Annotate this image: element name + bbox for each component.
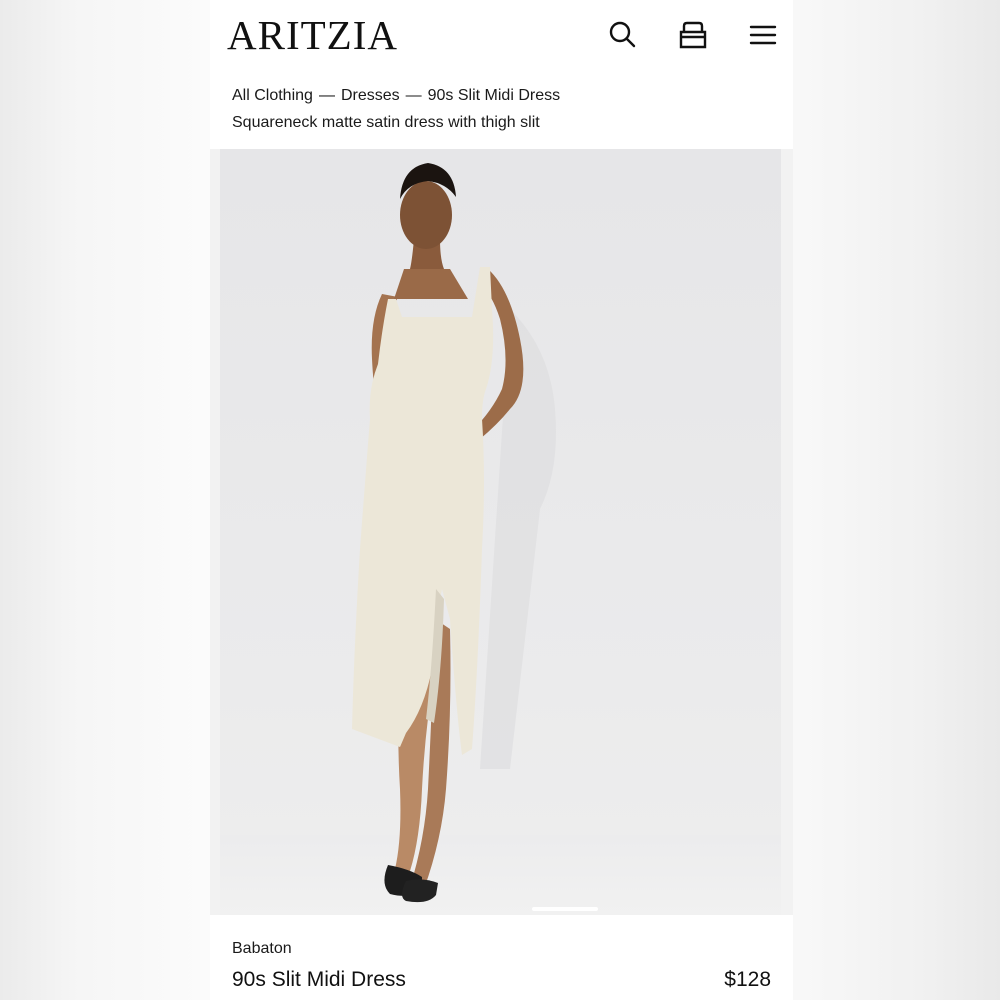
product-name: 90s Slit Midi Dress [232, 968, 406, 991]
product-description: Squareneck matte satin dress with thigh … [232, 114, 540, 131]
breadcrumb-dresses[interactable]: Dresses [341, 87, 400, 104]
product-brand[interactable]: Babaton [232, 938, 292, 960]
breadcrumb: All Clothing — Dresses — 90s Slit Midi Dress [232, 85, 560, 107]
product-image[interactable] [210, 149, 793, 915]
breadcrumb-current: 90s Slit Midi Dress [427, 87, 561, 104]
model-wearing-dress [352, 163, 556, 903]
breadcrumb-separator: — [318, 87, 335, 104]
search-icon[interactable] [606, 18, 640, 52]
hamburger-menu-icon[interactable] [746, 18, 780, 52]
product-page: ARITZIA All Clothing — Dresses — 90s Slit Mi… [210, 0, 793, 1000]
image-pager-indicator[interactable] [532, 907, 598, 911]
shopping-bag-icon[interactable] [676, 18, 710, 52]
brand-logo[interactable]: ARITZIA [227, 13, 398, 57]
site-header: ARITZIA [210, 0, 793, 72]
product-price: $128 [724, 968, 771, 991]
breadcrumb-separator: — [405, 87, 422, 104]
breadcrumb-all-clothing[interactable]: All Clothing [232, 87, 313, 104]
